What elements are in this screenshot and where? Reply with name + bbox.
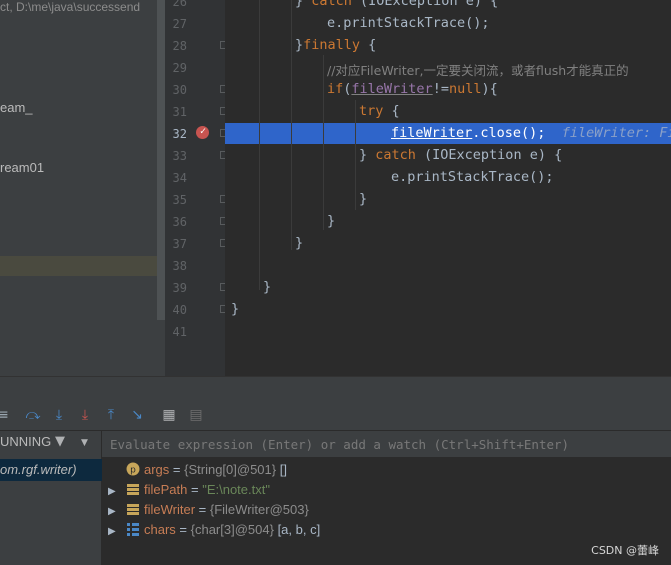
code-line-39: } <box>263 279 272 295</box>
code-line-40: } <box>231 301 240 317</box>
line-number: 37 <box>172 237 187 251</box>
force-step-into-icon[interactable]: ⤓ <box>76 406 94 424</box>
project-root-item[interactable]: ct, D:\me\java\successend <box>0 0 140 14</box>
line-number: 33 <box>172 149 187 163</box>
variable-row[interactable]: p args = {String[0]@501} [] <box>108 462 287 477</box>
menu-icon[interactable]: ≡ <box>0 406 12 424</box>
expand-arrow-icon[interactable]: ▶ <box>108 526 126 537</box>
code-line-26: } catch (IOException e) { <box>295 0 499 9</box>
code-line-31: try { <box>359 103 400 119</box>
debug-toolbar <box>0 402 671 431</box>
trace-icon[interactable]: ▤ <box>187 406 205 424</box>
line-number: 39 <box>172 281 187 295</box>
watermark-text: CSDN @蕾峰 <box>591 544 659 557</box>
thread-status: UNNING <box>0 434 52 449</box>
editor-gutter <box>165 0 225 376</box>
code-line-30: if(fileWriter!=null){ <box>327 81 498 97</box>
evaluate-expression-placeholder: Evaluate expression (Enter) or add a wat… <box>110 437 570 452</box>
variable-row[interactable]: ▶ chars = {char[3]@504} [a, b, c] <box>108 522 320 537</box>
inline-debug-value: fileWriter: Fi <box>561 125 671 141</box>
line-number: 38 <box>172 259 187 273</box>
project-selected-row[interactable] <box>0 256 165 276</box>
run-to-cursor-icon[interactable]: ↘ <box>128 406 146 424</box>
variable-row[interactable]: ▶ fileWriter = {FileWriter@503} <box>108 502 309 517</box>
debug-panel-header <box>0 376 671 402</box>
evaluate-icon[interactable]: ▦ <box>160 406 178 424</box>
line-number: 28 <box>172 39 187 53</box>
project-tree-item[interactable]: eam_ <box>0 100 33 115</box>
chevron-down-icon[interactable]: ▼ <box>81 438 88 448</box>
project-scrollbar[interactable] <box>157 0 165 320</box>
breakpoint-check-icon: ✓ <box>200 126 207 137</box>
frames-panel <box>0 431 102 565</box>
indent-guide <box>291 0 292 250</box>
expand-arrow-icon[interactable]: ▶ <box>108 506 126 517</box>
line-number: 41 <box>172 325 187 339</box>
project-tree-item[interactable]: ream01 <box>0 160 44 175</box>
svg-text:p: p <box>130 466 136 476</box>
code-line-28: }finally { <box>295 37 377 53</box>
indent-guide <box>355 100 356 210</box>
indent-guide <box>259 0 260 290</box>
line-number: 30 <box>172 83 187 97</box>
indent-guide <box>323 55 324 230</box>
expand-arrow-icon[interactable]: ▶ <box>108 486 126 497</box>
step-into-icon[interactable]: ⤓ <box>50 406 68 424</box>
code-line-29-comment: //对应FileWriter,一定要关闭流，或者flush才能真正的 <box>327 63 629 78</box>
code-line-33: } catch (IOException e) { <box>359 147 563 163</box>
frame-item[interactable]: om.rgf.writer) <box>0 462 77 477</box>
step-over-icon[interactable]: ⤼ <box>24 406 42 424</box>
code-line-36: } <box>327 213 336 229</box>
line-number: 36 <box>172 215 187 229</box>
line-number: 27 <box>172 17 187 31</box>
line-number: 31 <box>172 105 187 119</box>
line-number: 29 <box>172 61 187 75</box>
line-number: 35 <box>172 193 187 207</box>
array-icon <box>127 523 139 536</box>
line-number: 26 <box>172 0 187 9</box>
step-out-icon[interactable]: ⤒ <box>102 406 120 424</box>
parameter-icon: p <box>126 462 140 476</box>
code-line-32: fileWriter.close(); fileWriter: Fi <box>391 125 671 141</box>
field-icon <box>127 484 139 495</box>
code-line-35: } <box>359 191 368 207</box>
code-line-37: } <box>295 235 304 251</box>
field-icon <box>127 504 139 515</box>
line-number: 34 <box>172 171 187 185</box>
filter-icon[interactable]: ▼ <box>55 434 65 449</box>
project-panel <box>0 0 165 376</box>
line-number-current: 32 <box>172 127 187 141</box>
code-line-34: e.printStackTrace(); <box>391 169 554 185</box>
code-line-27: e.printStackTrace(); <box>327 15 490 31</box>
variable-row[interactable]: ▶ filePath = "E:\note.txt" <box>108 482 270 497</box>
line-number: 40 <box>172 303 187 317</box>
